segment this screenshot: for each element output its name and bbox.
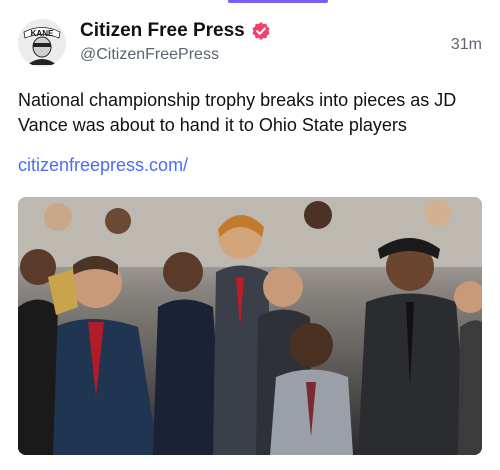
account-handle[interactable]: @CitizenFreePress (80, 46, 219, 64)
display-name[interactable]: Citizen Free Press (80, 20, 245, 42)
post-card: KANE Citizen Free Press @CitizenFreePres… (0, 0, 500, 470)
post-link[interactable]: citizenfreepress.com/ (18, 155, 188, 176)
avatar-image: KANE (18, 19, 66, 67)
name-row: Citizen Free Press (80, 20, 271, 42)
verified-badge-icon (251, 21, 271, 41)
post-timestamp[interactable]: 31m (451, 36, 482, 54)
post-text: National championship trophy breaks into… (18, 90, 457, 135)
post-media-photo[interactable] (18, 197, 482, 455)
media-photo-illustration (18, 197, 482, 455)
avatar[interactable]: KANE (18, 19, 66, 67)
